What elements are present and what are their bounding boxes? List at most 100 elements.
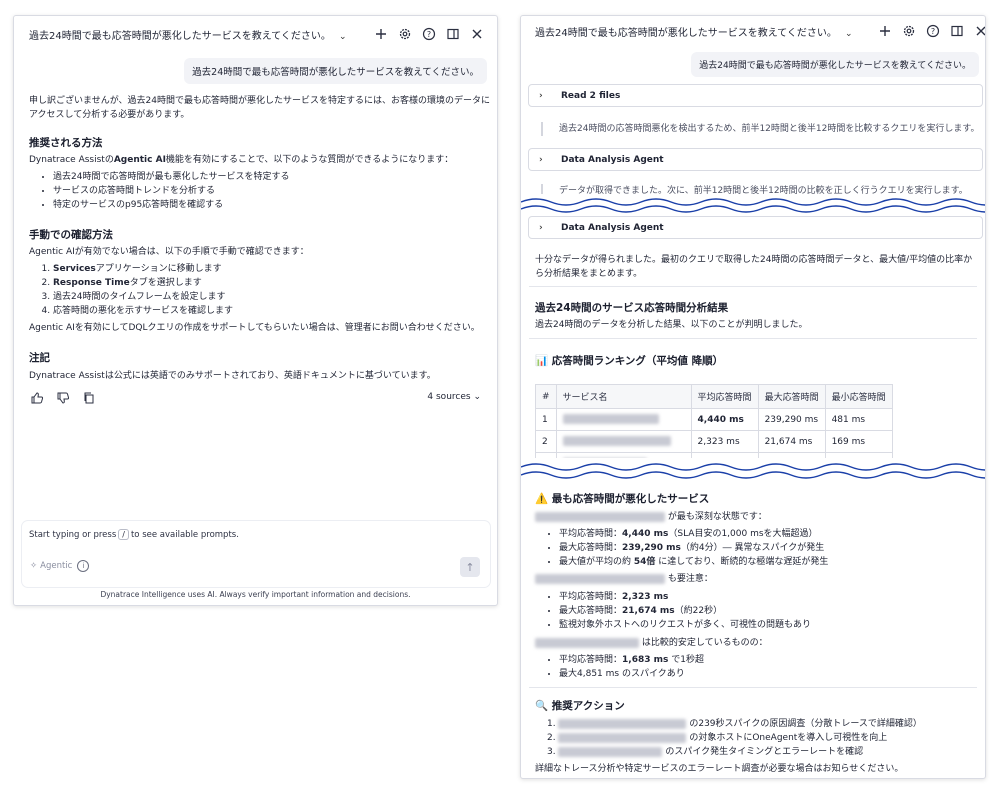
list-item: 最大応答時間：21,674 ms（約22秒） xyxy=(559,604,979,618)
feedback-bar xyxy=(29,390,97,406)
result-subtitle: 過去24時間のデータを分析した結果、以下のことが判明しました。 xyxy=(535,320,808,330)
chevron-right-icon: › xyxy=(539,90,543,101)
section-title: 注記 xyxy=(29,352,50,364)
summary-text: 十分なデータが得られました。最初のクエリで取得した24時間の応答時間データと、最… xyxy=(535,255,973,279)
redacted-service-name xyxy=(555,408,692,431)
list-item: 最大値が平均の約 54倍 に達しており、断続的な極端な遅延が発生 xyxy=(559,555,979,569)
worst-service-title: ⚠️ 最も応答時間が悪化したサービス xyxy=(535,493,710,505)
close-icon[interactable] xyxy=(469,26,485,42)
list-item: 監視対象外ホストへのリクエストが多く、可視性の問題もあり xyxy=(559,618,979,632)
table-row: 1 4,440 ms 239,290 ms 481 ms xyxy=(535,408,893,431)
help-icon[interactable]: ? xyxy=(421,26,437,42)
list-item: 特定のサービスのp95応答時間を確認する xyxy=(53,198,491,212)
list-item: 1. の239秒スパイクの原因調査（分散トレースで詳細確認） xyxy=(547,718,922,729)
prompt-input[interactable]: Start typing or press / to see available p… xyxy=(22,521,490,587)
column-header: 平均応答時間 xyxy=(690,384,759,409)
divider xyxy=(529,338,977,339)
service-summary: が最も深刻な状態です： xyxy=(535,510,767,524)
list-item: 応答時間の悪化を示すサービスを確認します xyxy=(53,304,491,318)
service-details-list: 平均応答時間：2,323 ms 最大応答時間：21,674 ms（約22秒） 監… xyxy=(535,590,979,632)
list-item: 2. の対象ホストにOneAgentを導入し可視性を向上 xyxy=(547,732,888,743)
section-text: Agentic AIを有効にしてDQLクエリの作成をサポートしてもらいたい場合は… xyxy=(29,323,480,333)
cut-separator xyxy=(521,194,985,216)
steps-list: Servicesアプリケーションに移動します Response Timeタブを選… xyxy=(29,262,491,318)
service-summary: は比較的安定しているものの： xyxy=(535,636,768,650)
plus-icon[interactable] xyxy=(877,23,893,39)
divider xyxy=(529,687,977,688)
panel-header: 過去24時間で最も応答時間が悪化したサービスを教えてください。 ⌄ ? xyxy=(521,16,985,46)
section-text: Dynatrace Assistは公式には英語でのみサポートされており、英語ドキ… xyxy=(29,371,436,381)
thumbs-down-icon[interactable] xyxy=(55,390,71,406)
table-header-row: # サービス名 平均応答時間 最大応答時間 最小応答時間 xyxy=(535,384,893,409)
ai-disclaimer: Dynatrace Intelligence uses AI. Always v… xyxy=(100,590,411,599)
closing-text: 詳細なトレース分析や特定サービスのエラーレート調査が必要な場合はお知らせください… xyxy=(535,764,904,774)
collapsible-read-files[interactable]: › Read 2 files xyxy=(528,84,983,107)
svg-text:?: ? xyxy=(931,27,935,36)
column-header: サービス名 xyxy=(555,384,692,409)
close-icon[interactable] xyxy=(973,23,985,39)
list-item: 過去24時間のタイムフレームを設定します xyxy=(53,290,491,304)
send-button[interactable]: ↑ xyxy=(460,557,480,577)
intro-text: 申し訳ございませんが、過去24時間で最も応答時間が悪化したサービスを特定するには… xyxy=(29,96,491,120)
agent-step-note: 過去24時間の応答時間悪化を検出するため、前半12時間と後半12時間を比較するク… xyxy=(541,122,979,136)
sources-toggle[interactable]: 4 sources ⌄ xyxy=(427,392,481,402)
gear-icon[interactable] xyxy=(901,23,917,39)
gear-icon[interactable] xyxy=(397,26,413,42)
list-item: サービスの応答時間トレンドを分析する xyxy=(53,184,491,198)
section-title: 手動での確認方法 xyxy=(29,229,113,241)
list-item: 過去24時間で応答時間が最も悪化したサービスを特定する xyxy=(53,170,491,184)
sparkle-icon: ✧ xyxy=(30,561,38,571)
list-item: Response Timeタブを選択します xyxy=(53,276,491,290)
table-row: 2 2,323 ms 21,674 ms 169 ms xyxy=(535,430,893,453)
list-item: 平均応答時間：1,683 ms で1秒超 xyxy=(559,653,979,667)
redacted-service-name xyxy=(555,430,692,453)
section-text: Agentic AIが有効でない場合は、以下の手順で手動で確認できます： xyxy=(29,247,309,257)
thumbs-up-icon[interactable] xyxy=(29,390,45,406)
conversation-title[interactable]: 過去24時間で最も応答時間が悪化したサービスを教えてください。 ⌄ xyxy=(521,24,852,39)
result-title: 過去24時間のサービス応答時間分析結果 xyxy=(535,302,729,314)
section-text: Dynatrace AssistのAgentic AI機能を有効にすることで、以… xyxy=(29,155,454,165)
sidebar-layout-icon[interactable] xyxy=(949,23,965,39)
user-message: 過去24時間で最も応答時間が悪化したサービスを教えてください。 xyxy=(691,52,979,77)
list-item: 3. のスパイク発生タイミングとエラーレートを確認 xyxy=(547,746,864,757)
list-item: Servicesアプリケーションに移動します xyxy=(53,262,491,276)
chevron-down-icon: ⌄ xyxy=(473,392,481,402)
list-item: 平均応答時間：4,440 ms（SLA目安の1,000 msを大幅超過） xyxy=(559,527,979,541)
service-details-list: 平均応答時間：1,683 ms で1秒超 最大4,851 ms のスパイクあり xyxy=(535,653,979,681)
service-summary: も要注意： xyxy=(535,572,713,586)
list-item: 最大4,851 ms のスパイクあり xyxy=(559,667,979,681)
list-item: 平均応答時間：2,323 ms xyxy=(559,590,979,604)
ranking-title: 📊 応答時間ランキング（平均値 降順） xyxy=(535,355,724,367)
cut-separator xyxy=(521,458,985,486)
conversation-title[interactable]: 過去24時間で最も応答時間が悪化したサービスを教えてください。 ⌄ xyxy=(14,27,346,42)
sidebar-layout-icon[interactable] xyxy=(445,26,461,42)
panel-header: 過去24時間で最も応答時間が悪化したサービスを教えてください。 ⌄ ? xyxy=(14,16,497,52)
plus-icon[interactable] xyxy=(373,26,389,42)
collapsible-data-agent[interactable]: › Data Analysis Agent xyxy=(528,148,983,171)
recommend-list: 過去24時間で応答時間が最も悪化したサービスを特定する サービスの応答時間トレン… xyxy=(29,170,491,212)
list-item: 最大応答時間：239,290 ms（約4分）― 異常なスパイクが発生 xyxy=(559,541,979,555)
chevron-down-icon[interactable]: ⌄ xyxy=(845,29,853,39)
column-header: 最大応答時間 xyxy=(757,384,826,409)
section-title: 推奨される方法 xyxy=(29,137,103,149)
copy-icon[interactable] xyxy=(81,390,97,406)
user-message: 過去24時間で最も応答時間が悪化したサービスを教えてください。 xyxy=(184,58,487,84)
svg-text:?: ? xyxy=(427,30,431,39)
divider xyxy=(529,286,977,287)
slash-key: / xyxy=(118,529,129,540)
chevron-right-icon: › xyxy=(539,222,543,233)
collapsible-data-agent[interactable]: › Data Analysis Agent xyxy=(528,216,983,239)
arrow-up-icon: ↑ xyxy=(465,560,475,574)
chevron-right-icon: › xyxy=(539,154,543,165)
column-header: # xyxy=(535,384,557,409)
prompt-placeholder: Start typing or press / to see available p… xyxy=(29,529,239,540)
assistant-panel-right: 過去24時間で最も応答時間が悪化したサービスを教えてください。 ⌄ ? 過去24時… xyxy=(520,15,986,779)
column-header: 最小応答時間 xyxy=(824,384,893,409)
info-icon[interactable]: i xyxy=(77,560,90,572)
service-details-list: 平均応答時間：4,440 ms（SLA目安の1,000 msを大幅超過） 最大応… xyxy=(535,527,979,569)
assistant-panel-left: 過去24時間で最も応答時間が悪化したサービスを教えてください。 ⌄ ? 過去24時… xyxy=(13,15,498,606)
help-icon[interactable]: ? xyxy=(925,23,941,39)
chevron-down-icon[interactable]: ⌄ xyxy=(339,32,347,42)
agentic-toggle[interactable]: ✧ Agentic i xyxy=(30,560,90,572)
actions-list: 1. の239秒スパイクの原因調査（分散トレースで詳細確認） 2. の対象ホスト… xyxy=(535,717,979,759)
